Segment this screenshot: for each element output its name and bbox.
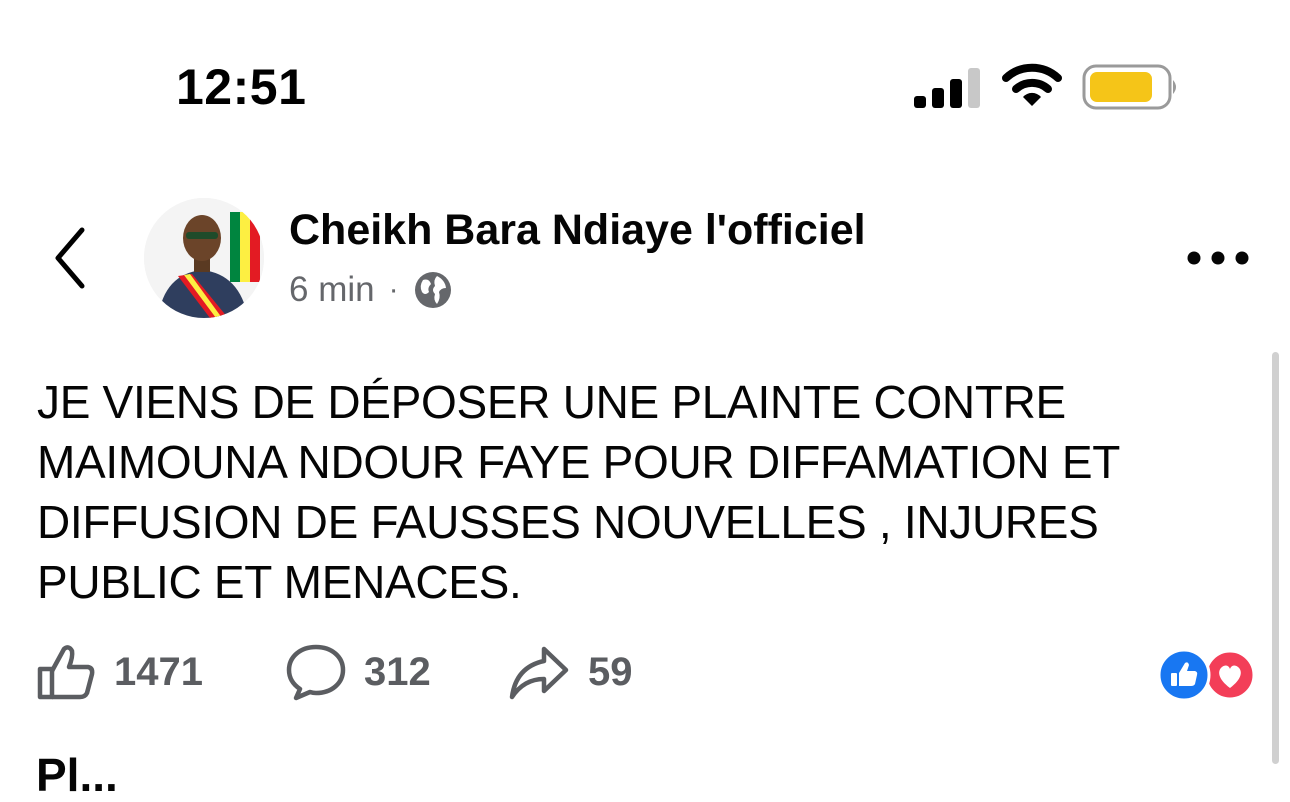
- post-text-line: DIFFUSION DE FAUSSES NOUVELLES , INJURES: [37, 496, 1099, 548]
- share-button[interactable]: 59: [508, 640, 633, 704]
- post-meta: 6 min ·: [289, 270, 453, 310]
- reactions-summary[interactable]: [1156, 648, 1256, 702]
- author-name[interactable]: Cheikh Bara Ndiaye l'officiel: [289, 206, 866, 255]
- wifi-icon: [1002, 63, 1062, 106]
- author-avatar[interactable]: [144, 198, 264, 318]
- share-count: 59: [588, 649, 633, 694]
- like-button[interactable]: 1471: [36, 640, 203, 704]
- comment-button[interactable]: 312: [286, 640, 431, 704]
- post-text-line: JE VIENS DE DÉPOSER UNE PLAINTE CONTRE: [37, 376, 1066, 428]
- avatar-image: [144, 198, 264, 318]
- love-reaction-icon: [1204, 649, 1256, 701]
- like-reaction-icon: [1157, 648, 1211, 702]
- post-text: JE VIENS DE DÉPOSER UNE PLAINTE CONTRE M…: [37, 372, 1237, 612]
- back-chevron-icon[interactable]: [50, 226, 90, 290]
- thumbs-up-icon: [37, 645, 95, 700]
- comment-count: 312: [364, 649, 431, 694]
- meta-separator: ·: [388, 273, 399, 306]
- post-text-line: PUBLIC ET MENACES.: [37, 556, 522, 608]
- next-section-title: Pl...: [36, 749, 118, 801]
- cellular-signal-icon: [914, 68, 980, 108]
- globe-icon: [414, 272, 451, 308]
- battery-icon: [1082, 64, 1176, 110]
- more-options-icon[interactable]: [1186, 248, 1250, 268]
- comment-bubble-icon: [286, 644, 346, 701]
- post-text-line: MAIMOUNA NDOUR FAYE POUR DIFFAMATION ET: [37, 436, 1121, 488]
- scrollbar[interactable]: [1272, 352, 1279, 764]
- like-count: 1471: [114, 649, 203, 694]
- post-timestamp[interactable]: 6 min: [289, 270, 375, 310]
- share-arrow-icon: [509, 646, 569, 700]
- status-time: 12:51: [176, 59, 307, 115]
